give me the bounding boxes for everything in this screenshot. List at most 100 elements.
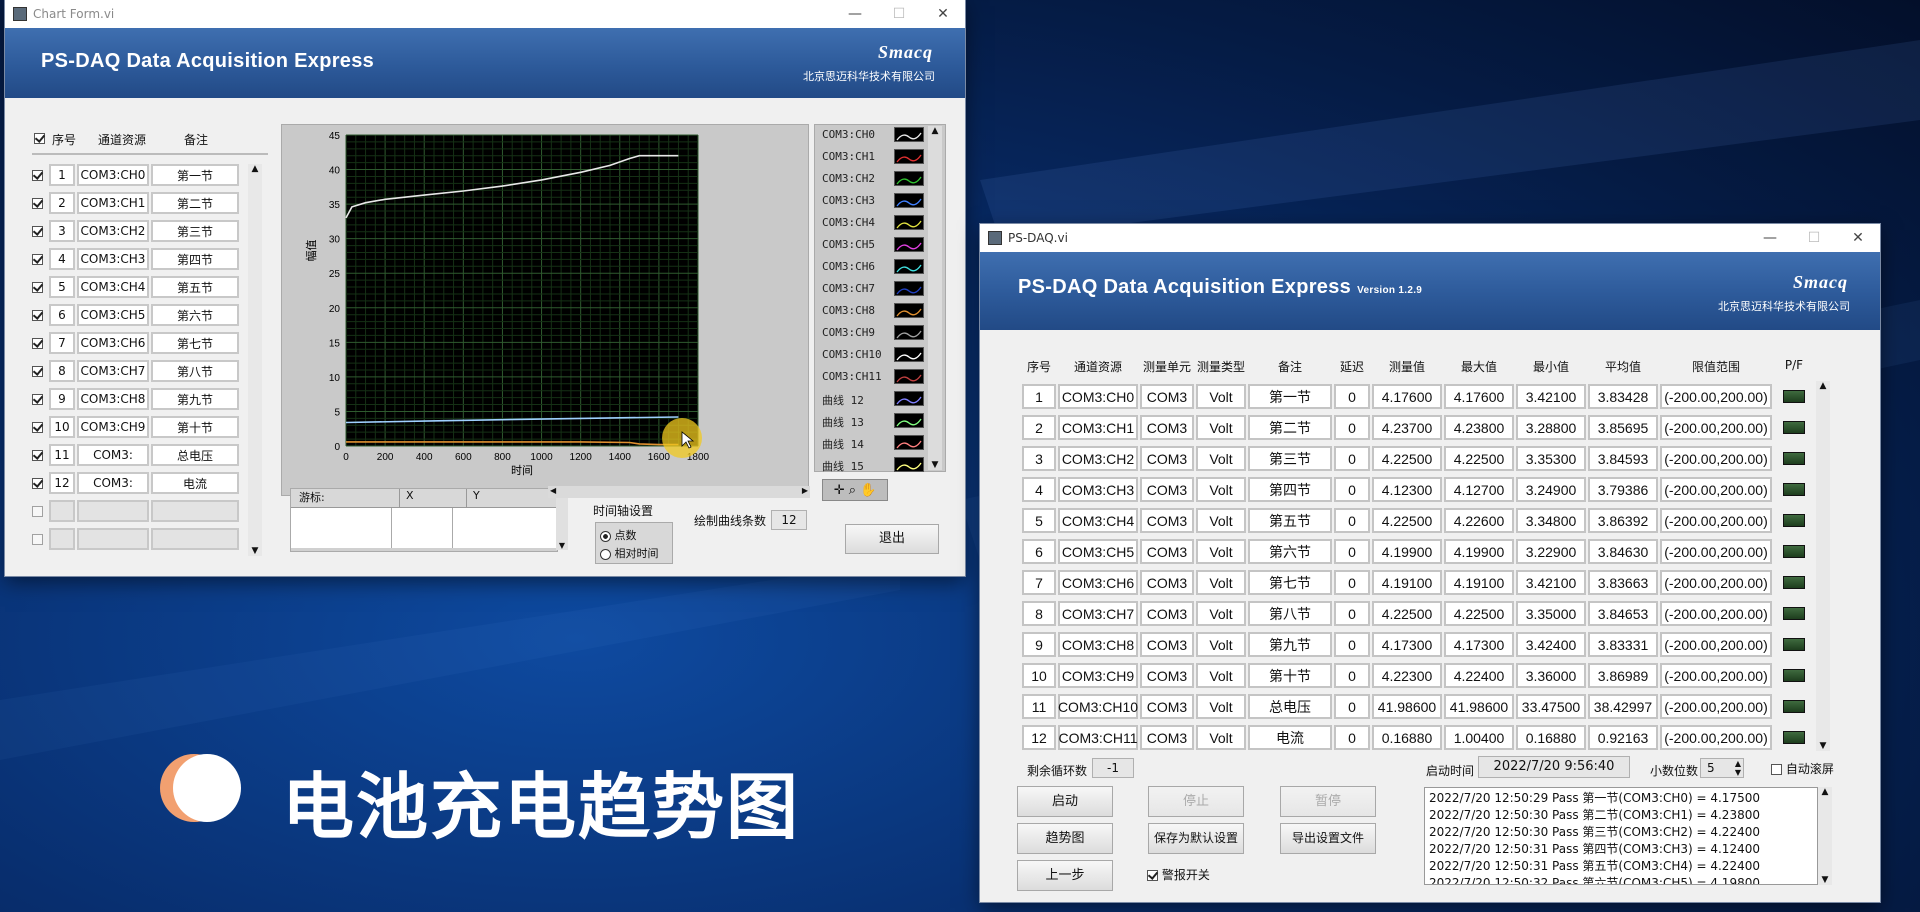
scroll-down-icon[interactable]: ▼: [1818, 875, 1832, 885]
trend-chart-button[interactable]: 趋势图: [1017, 823, 1113, 854]
decimals-field[interactable]: 5 ▲ ▼: [1700, 758, 1744, 778]
channel-row[interactable]: 8 COM3:CH7 第八节: [26, 357, 250, 385]
channel-checkbox[interactable]: [32, 169, 43, 181]
table-row[interactable]: 9 COM3:CH8 COM3 Volt 第九节 0 4.17300 4.17300 3.424…: [1022, 629, 1814, 660]
channel-checkbox[interactable]: [32, 197, 43, 209]
channel-row[interactable]: 11 COM3: 总电压: [26, 441, 250, 469]
channel-row[interactable]: 2 COM3:CH1 第二节: [26, 189, 250, 217]
table-row[interactable]: 5 COM3:CH4 COM3 Volt 第五节 0 4.22500 4.22600 3.348…: [1022, 505, 1814, 536]
table-scrollbar[interactable]: ▲ ▼: [1816, 381, 1830, 751]
scroll-down-icon[interactable]: ▼: [928, 460, 942, 470]
close-button[interactable]: ✕: [1836, 230, 1880, 246]
channel-row[interactable]: 7 COM3:CH6 第七节: [26, 329, 250, 357]
table-row[interactable]: 12 COM3:CH11 COM3 Volt 电流 0 0.16880 1.00400 0.16…: [1022, 722, 1814, 753]
table-row[interactable]: 3 COM3:CH2 COM3 Volt 第三节 0 4.22500 4.22500 3.353…: [1022, 443, 1814, 474]
cursor-row[interactable]: [291, 508, 557, 548]
log-scrollbar[interactable]: ▲ ▼: [1818, 787, 1832, 885]
scroll-up-icon[interactable]: ▲: [248, 164, 262, 174]
save-default-button[interactable]: 保存为默认设置: [1148, 823, 1244, 854]
legend-swatch[interactable]: [894, 259, 924, 274]
table-cell: 41.98600: [1444, 694, 1514, 719]
table-row[interactable]: 1 COM3:CH0 COM3 Volt 第一节 0 4.17600 4.17600 3.421…: [1022, 381, 1814, 412]
table-row[interactable]: 2 COM3:CH1 COM3 Volt 第二节 0 4.23700 4.23800 3.288…: [1022, 412, 1814, 443]
channel-checkbox[interactable]: [32, 421, 43, 433]
spinner-icon[interactable]: ▲ ▼: [1735, 759, 1741, 777]
empty-channel-row[interactable]: [26, 497, 250, 525]
zoom-icon[interactable]: ⌕: [849, 483, 856, 498]
legend-swatch[interactable]: [894, 149, 924, 164]
pan-hand-icon[interactable]: ✋: [860, 483, 876, 498]
channel-checkbox[interactable]: [32, 449, 43, 461]
channel-checkbox[interactable]: [32, 253, 43, 265]
legend-swatch[interactable]: [894, 127, 924, 142]
legend-swatch[interactable]: [894, 193, 924, 208]
table-row[interactable]: 8 COM3:CH7 COM3 Volt 第八节 0 4.22500 4.22500 3.350…: [1022, 598, 1814, 629]
minimize-button[interactable]: —: [1748, 230, 1792, 246]
remaining-cycles-field[interactable]: -1: [1092, 758, 1134, 778]
radio-points[interactable]: 点数: [600, 527, 672, 543]
stop-button[interactable]: 停止: [1148, 786, 1244, 817]
channel-row[interactable]: 9 COM3:CH8 第九节: [26, 385, 250, 413]
channel-list-scrollbar[interactable]: ▲ ▼: [248, 164, 262, 556]
radio-relative-time[interactable]: 相对时间: [600, 545, 672, 561]
channel-row[interactable]: 10 COM3:CH9 第十节: [26, 413, 250, 441]
channel-checkbox[interactable]: [32, 309, 43, 321]
legend-swatch[interactable]: [894, 457, 924, 472]
start-button[interactable]: 启动: [1017, 786, 1113, 817]
table-row[interactable]: 4 COM3:CH3 COM3 Volt 第四节 0 4.12300 4.12700 3.249…: [1022, 474, 1814, 505]
alarm-switch-checkbox[interactable]: 警报开关: [1147, 866, 1210, 883]
channel-checkbox[interactable]: [32, 365, 43, 377]
log-panel[interactable]: 2022/7/20 12:50:29 Pass 第一节(COM3:CH0) = …: [1424, 787, 1818, 885]
legend-scrollbar[interactable]: ▲ ▼: [928, 126, 942, 470]
channel-checkbox[interactable]: [32, 477, 43, 489]
legend-swatch[interactable]: [894, 171, 924, 186]
autoscroll-checkbox[interactable]: 自动滚屏: [1771, 760, 1834, 777]
export-settings-button[interactable]: 导出设置文件: [1280, 823, 1376, 854]
table-row[interactable]: 7 COM3:CH6 COM3 Volt 第七节 0 4.19100 4.19100 3.421…: [1022, 567, 1814, 598]
channel-checkbox[interactable]: [32, 281, 43, 293]
legend-swatch[interactable]: [894, 281, 924, 296]
exit-button[interactable]: 退出: [845, 524, 939, 554]
scroll-up-icon[interactable]: ▲: [1818, 787, 1832, 797]
legend-swatch[interactable]: [894, 369, 924, 384]
scroll-up-icon[interactable]: ▲: [1816, 381, 1830, 391]
channel-checkbox[interactable]: [32, 393, 43, 405]
crosshair-icon[interactable]: ✛: [834, 483, 845, 498]
channel-row[interactable]: 5 COM3:CH4 第五节: [26, 273, 250, 301]
legend-swatch[interactable]: [894, 303, 924, 318]
plot-hscrollbar[interactable]: ◀ ▶: [548, 486, 810, 498]
pause-button[interactable]: 暂停: [1280, 786, 1376, 817]
table-row[interactable]: 10 COM3:CH9 COM3 Volt 第十节 0 4.22300 4.22400 3.36…: [1022, 660, 1814, 691]
maximize-button[interactable]: ☐: [877, 6, 921, 22]
channel-row[interactable]: 6 COM3:CH5 第六节: [26, 301, 250, 329]
scroll-down-icon[interactable]: ▼: [248, 546, 262, 556]
channel-checkbox[interactable]: [32, 505, 43, 517]
curve-count-field[interactable]: 12: [771, 510, 807, 530]
select-all-checkbox[interactable]: [34, 133, 45, 144]
channel-checkbox[interactable]: [32, 337, 43, 349]
close-button[interactable]: ✕: [921, 6, 965, 22]
channel-row[interactable]: 4 COM3:CH3 第四节: [26, 245, 250, 273]
scroll-up-icon[interactable]: ▲: [928, 126, 942, 136]
channel-row[interactable]: 12 COM3: 电流: [26, 469, 250, 497]
legend-swatch[interactable]: [894, 325, 924, 340]
legend-swatch[interactable]: [894, 347, 924, 362]
legend-swatch[interactable]: [894, 215, 924, 230]
previous-step-button[interactable]: 上一步: [1017, 860, 1113, 891]
legend-swatch[interactable]: [894, 413, 924, 428]
trend-chart[interactable]: 0 200 400 600 800 1000 1200 1400 1600 18000510152…: [281, 124, 809, 496]
table-row[interactable]: 6 COM3:CH5 COM3 Volt 第六节 0 4.19900 4.19900 3.229…: [1022, 536, 1814, 567]
channel-checkbox[interactable]: [32, 225, 43, 237]
legend-swatch[interactable]: [894, 237, 924, 252]
channel-row[interactable]: 3 COM3:CH2 第三节: [26, 217, 250, 245]
channel-checkbox[interactable]: [32, 533, 43, 545]
maximize-button[interactable]: ☐: [1792, 230, 1836, 246]
minimize-button[interactable]: —: [833, 6, 877, 22]
scroll-down-icon[interactable]: ▼: [1816, 741, 1830, 751]
legend-swatch[interactable]: [894, 435, 924, 450]
table-row[interactable]: 11 COM3:CH10 COM3 Volt 总电压 0 41.98600 41.98600 3…: [1022, 691, 1814, 722]
legend-swatch[interactable]: [894, 391, 924, 406]
channel-row[interactable]: 1 COM3:CH0 第一节: [26, 161, 250, 189]
table-cell: COM3: [1140, 415, 1194, 440]
empty-channel-row[interactable]: [26, 525, 250, 553]
